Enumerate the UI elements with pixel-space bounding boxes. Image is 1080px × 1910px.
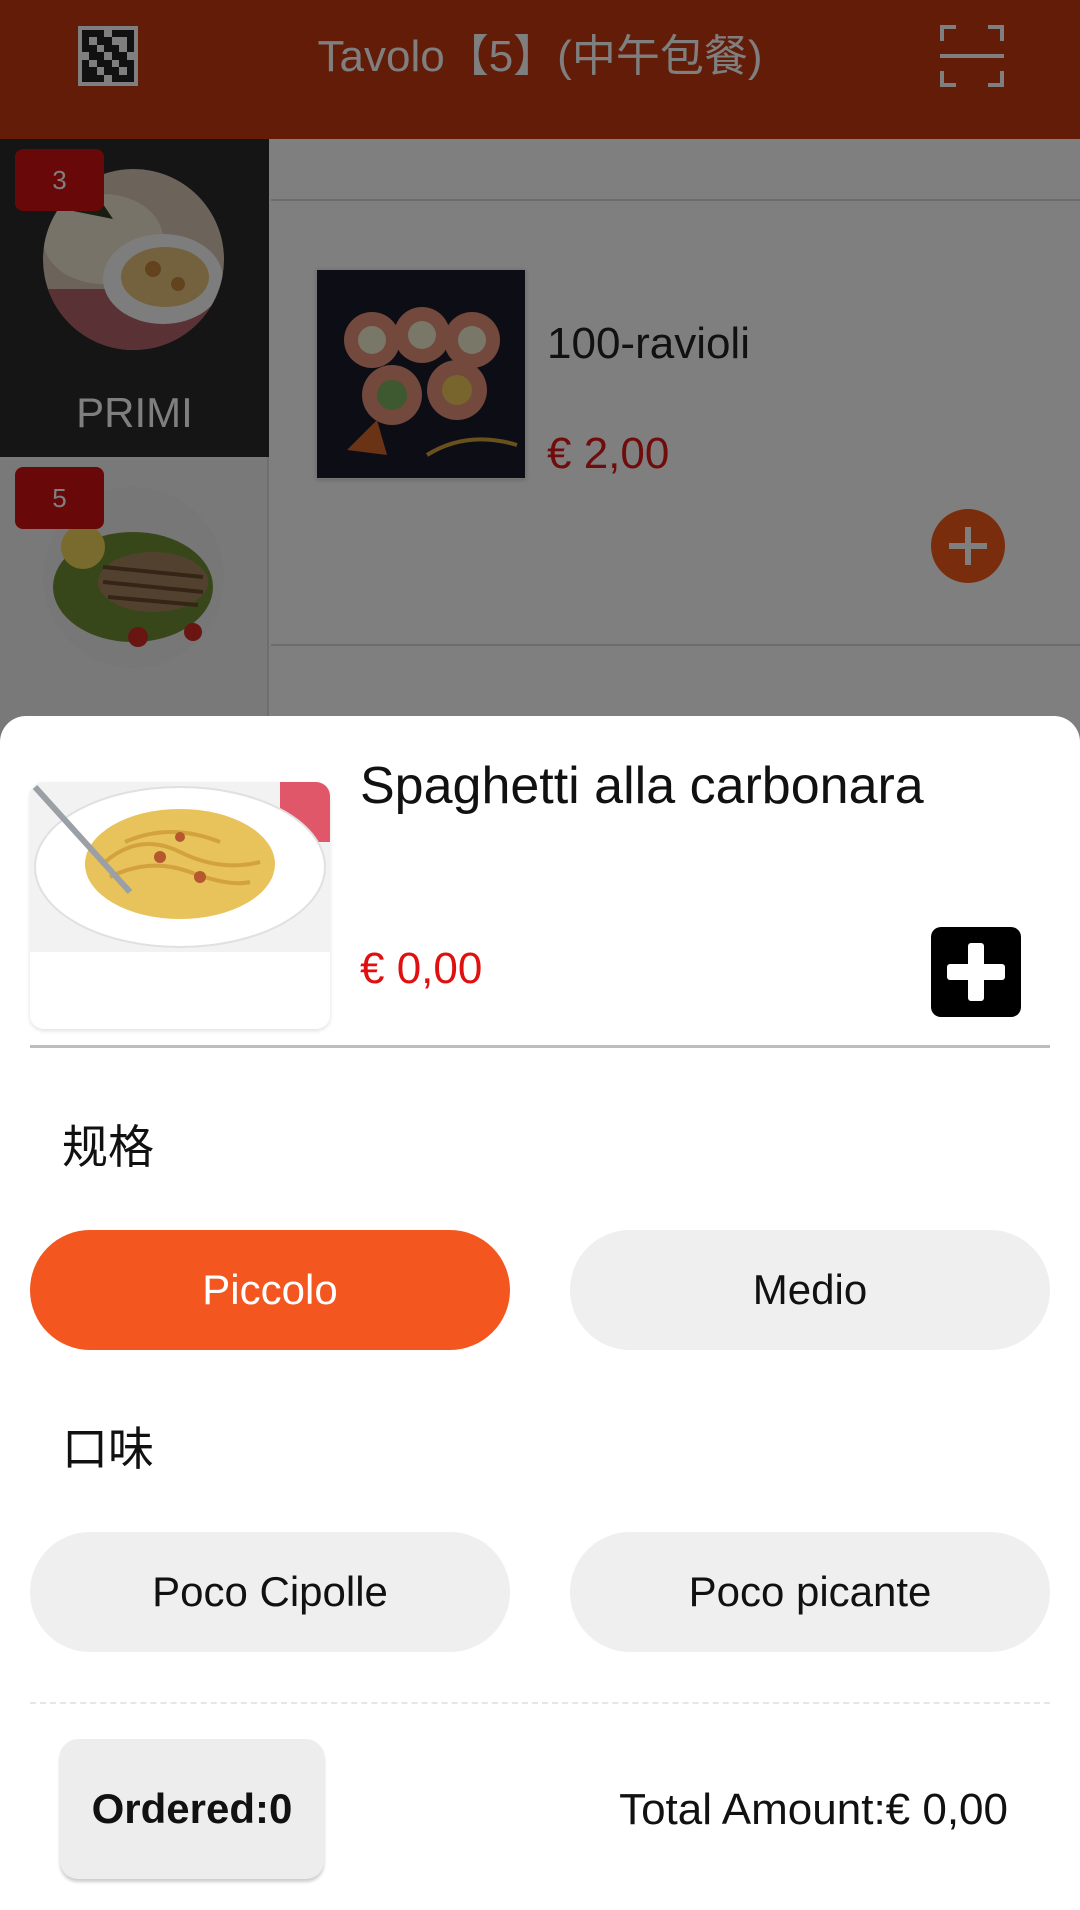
dish-options-sheet: Spaghetti alla carbonara € 0,00 规格 Picco…: [0, 716, 1080, 1910]
option-button[interactable]: Poco picante: [570, 1532, 1050, 1652]
plus-icon[interactable]: [931, 927, 1021, 1017]
dish-title: Spaghetti alla carbonara: [360, 757, 924, 815]
option-group-title: 规格: [62, 1121, 154, 1173]
ordered-count-button[interactable]: Ordered:0: [60, 1739, 324, 1879]
option-group-title: 口味: [62, 1423, 154, 1475]
dish-photo: [30, 782, 330, 1029]
total-amount: Total Amount:€ 0,00: [619, 1785, 1008, 1834]
dish-price: € 0,00: [360, 944, 483, 993]
dashed-divider: [30, 1702, 1050, 1704]
option-button[interactable]: Piccolo: [30, 1230, 510, 1350]
option-button[interactable]: Medio: [570, 1230, 1050, 1350]
option-button[interactable]: Poco Cipolle: [30, 1532, 510, 1652]
divider: [30, 1045, 1050, 1048]
